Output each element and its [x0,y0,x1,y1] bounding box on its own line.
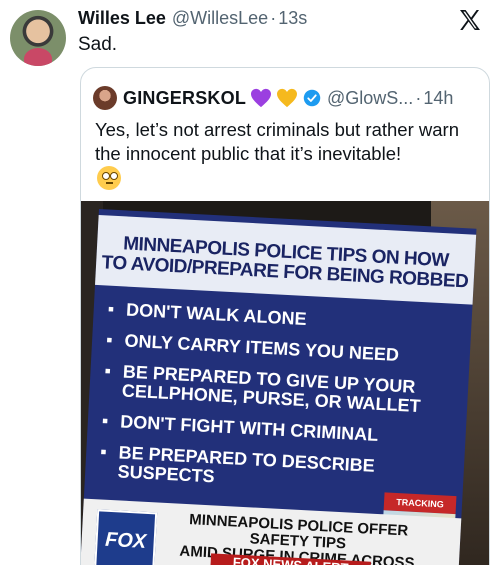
post-text: Sad. [78,34,118,55]
verified-badge-icon [303,89,321,107]
tv-bullet-item: DON'T FIGHT WITH CRIMINAL [101,411,452,448]
tv-bullet-list: DON'T WALK ALONE ONLY CARRY ITEMS YOU NE… [98,300,458,511]
tv-screen: MINNEAPOLIS POLICE TIPS ON HOW TO AVOID/… [81,209,477,565]
separator-dot: · [270,8,277,28]
yellow-heart-icon [277,88,298,108]
quote-avatar[interactable] [93,86,117,110]
tv-bullet-item: BE PREPARED TO GIVE UP YOUR CELLPHONE, P… [103,361,455,418]
quote-time[interactable]: 14h [423,88,453,109]
quote-media-image[interactable]: MINNEAPOLIS POLICE TIPS ON HOW TO AVOID/… [81,201,489,565]
purple-heart-icon [251,88,272,108]
fox-logo: FOX [94,509,158,565]
post-time[interactable]: 13s [278,8,307,29]
post-header: Willes Lee @WillesLee · 13s [78,8,307,29]
tv-bullet-item: DON'T WALK ALONE [107,300,458,337]
quoted-post[interactable]: GINGERSKOL @GlowS... · 14h Yes, let’s no… [80,67,490,565]
tv-title-band: MINNEAPOLIS POLICE TIPS ON HOW TO AVOID/… [95,214,477,305]
avatar[interactable] [10,10,66,66]
author-name[interactable]: Willes Lee [78,8,166,29]
quote-text: Yes, let’s not arrest criminals but rath… [95,119,459,164]
rolling-eyes-emoji-icon [97,166,121,190]
quote-author-name[interactable]: GINGERSKOL [123,88,246,109]
quote-author-handle[interactable]: @GlowS... [327,88,413,109]
tv-bullet-item: ONLY CARRY ITEMS YOU NEED [106,331,457,368]
author-handle[interactable]: @WillesLee [172,8,268,29]
quote-header: GINGERSKOL @GlowS... · 14h [93,86,453,110]
tv-bullet-item: BE PREPARED TO DESCRIBE SUSPECTS [99,442,451,498]
x-logo-icon [460,10,480,30]
separator-dot: · [415,87,422,108]
